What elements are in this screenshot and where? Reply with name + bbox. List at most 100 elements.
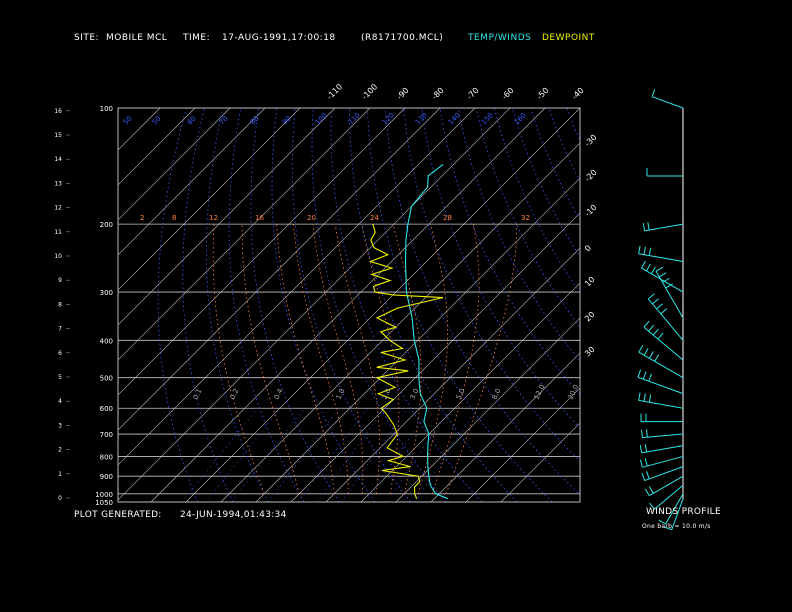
wind-barb [655,270,684,319]
isotherm-line [395,317,580,502]
wind-barb-flag [646,471,650,480]
moist-adiabat-line [276,224,335,494]
wind-barb-flag [644,444,648,453]
dry-adiabat-line [403,108,580,462]
isotherm-line [118,108,476,466]
moist-adiabat-line [212,224,265,494]
wind-barb [641,445,684,454]
dry-adiabat-label: 70 [218,114,230,126]
wind-barb-flag [648,486,654,494]
wind-barb [651,96,684,109]
plot-generated-value: 24-JUN-1994,01:43:34 [180,510,287,520]
height-label: 10 [54,253,62,260]
isotherm-line [118,108,196,186]
isotherm-label: -90 [395,86,411,102]
dry-adiabat-line [603,108,792,502]
dry-adiabat-label: 50 [122,114,134,126]
moist-adiabat-line [241,224,300,494]
mixing-ratio-line [267,407,340,502]
wind-barb-flag [647,293,655,300]
wind-barb-flag [660,308,668,315]
mixing-ratio-label: 0.2 [229,387,241,400]
moist-adiabat-line [445,224,518,494]
isotherm-label: -50 [535,86,551,102]
height-label: 5 [58,374,62,381]
moist-adiabat-line [431,224,480,494]
wind-barb-flag [639,459,643,468]
dry-adiabat-label: 60 [186,114,198,126]
wind-barb-flag [643,393,646,402]
dry-adiabat-line [291,108,411,502]
wind-barb-flag [641,472,646,481]
pressure-label: 200 [100,221,113,229]
mixing-ratio-label: 20.0 [567,383,581,401]
isotherm-line [118,108,266,256]
isotherm-label: 10 [583,275,597,289]
dry-adiabat-label: 90 [281,114,293,126]
wind-barb-flag [656,303,664,310]
wind-barb-flag [640,260,646,269]
isotherm-label: 0 [583,243,593,253]
isotherm-line [118,108,336,326]
dewpoint-line [368,223,444,500]
wind-barb [644,466,684,482]
wind-barb [644,223,684,232]
isotherm-label: -70 [465,86,481,102]
wind-barb-flag [646,429,648,438]
wind-barb [654,484,684,510]
isotherm-label: -60 [500,86,516,102]
wind-barb-flag [644,488,650,496]
moist-adiabat-label: 16 [255,214,264,222]
wind-barb [638,253,684,263]
pressure-label: 100 [100,105,113,113]
height-label: 4 [58,398,62,405]
moist-adiabat-label: 20 [307,214,316,222]
wind-barb-flag [637,369,642,378]
moist-adiabat-label: 2 [140,214,144,222]
moist-adiabat-line [334,224,380,494]
dry-adiabat-label: 120 [381,111,396,126]
dry-adiabat-line [367,108,553,502]
dry-adiabat-line [421,108,580,429]
isotherm-label: -40 [570,86,586,102]
pressure-label: 1050 [95,499,113,507]
isotherm-label: -100 [360,82,379,101]
height-label: 2 [58,447,62,454]
barb-note: One barb = 10.0 m/s [642,523,711,530]
mixing-ratio-line [297,407,368,502]
height-label: 3 [58,422,62,429]
isotherm-line [500,422,580,502]
wind-barb-flag [638,392,641,401]
wind-barb-flag [652,298,659,305]
dry-adiabat-line [585,108,792,502]
mixing-ratio-line [205,407,281,502]
isotherm-line [118,108,371,361]
dry-adiabat-label: 150 [480,111,495,126]
pressure-label: 1000 [95,491,113,499]
dry-adiabat-label: 110 [347,111,362,126]
wind-barb-flag [650,266,656,275]
isotherm-label: -30 [583,133,599,149]
isotherm-line [360,282,580,502]
height-label: 11 [54,229,62,236]
mixing-ratio-label: 3.0 [409,387,421,400]
moist-adiabat-label: 28 [443,214,452,222]
wind-barb-flag [645,263,651,272]
wind-barb [642,433,684,439]
moist-adiabat-label: 24 [370,214,379,222]
wind-barb-flag [638,345,644,353]
isotherm-line [118,108,441,431]
plot-generated-label: PLOT GENERATED: [74,510,162,520]
wind-barb-flag [648,373,652,382]
mixing-ratio-line [181,407,258,502]
wind-barb-flag [648,324,655,332]
isotherm-line [118,108,301,291]
mixing-ratio-label: 12.0 [533,383,547,401]
wind-barb-flag [647,222,650,231]
wind-barb-flag [648,247,652,256]
dry-adiabat-line [206,108,269,502]
wind-barb-flag [652,328,659,336]
isotherm-line [118,108,511,501]
wind-barb-flag [642,222,646,232]
wind-barb-flag [644,458,648,467]
